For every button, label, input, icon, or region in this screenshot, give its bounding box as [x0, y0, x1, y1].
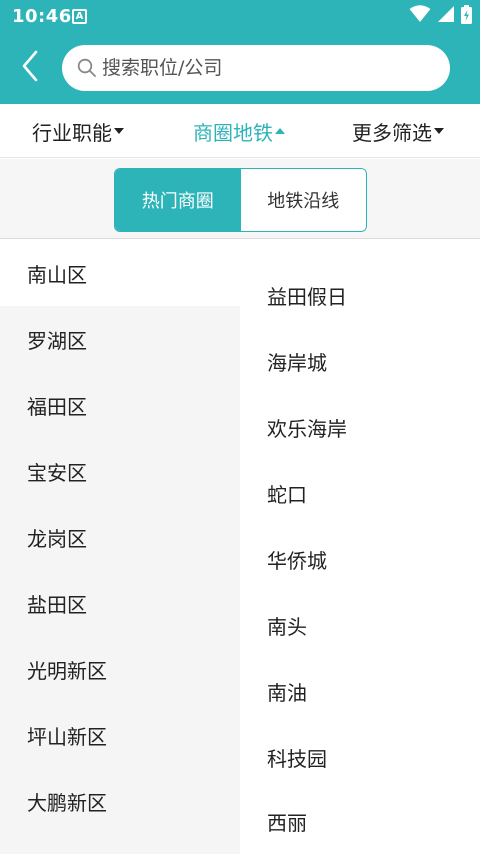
district-item[interactable]: 福田区: [0, 372, 240, 438]
filter-industry[interactable]: 行业职能: [32, 104, 124, 158]
search-icon: [76, 57, 98, 79]
status-bar: 10:46 A: [0, 0, 480, 32]
tab-hot-business-areas[interactable]: 热门商圈: [115, 169, 241, 231]
area-item[interactable]: 西丽: [240, 788, 480, 854]
notification-icon: A: [72, 9, 87, 24]
area-item[interactable]: 益田假日: [240, 262, 480, 328]
area-list: 益田假日 海岸城 欢乐海岸 蛇口 华侨城 南头 南油 科技园 西丽: [240, 240, 480, 854]
district-item[interactable]: 大鹏新区: [0, 768, 240, 834]
battery-icon: [461, 4, 472, 28]
tab-metro-lines[interactable]: 地铁沿线: [240, 169, 366, 231]
district-list: 南山区 罗湖区 福田区 宝安区 龙岗区 盐田区 光明新区 坪山新区 大鹏新区: [0, 240, 240, 854]
status-icons: [409, 4, 472, 28]
district-item[interactable]: 坪山新区: [0, 702, 240, 768]
filter-business-area-label: 商圈地铁: [193, 120, 273, 145]
district-item[interactable]: 盐田区: [0, 570, 240, 636]
area-item[interactable]: 海岸城: [240, 328, 480, 394]
district-item[interactable]: 宝安区: [0, 438, 240, 504]
caret-down-icon: [114, 128, 124, 134]
back-button[interactable]: [14, 50, 46, 86]
district-item[interactable]: 光明新区: [0, 636, 240, 702]
area-item[interactable]: 南头: [240, 592, 480, 658]
filter-bar: 行业职能 商圈地铁 更多筛选: [0, 104, 480, 158]
district-item-selected[interactable]: 南山区: [0, 240, 240, 306]
area-item[interactable]: 蛇口: [240, 460, 480, 526]
search-box[interactable]: [62, 45, 450, 91]
filter-more[interactable]: 更多筛选: [352, 104, 444, 158]
area-item[interactable]: 欢乐海岸: [240, 394, 480, 460]
selection-panel: 南山区 罗湖区 福田区 宝安区 龙岗区 盐田区 光明新区 坪山新区 大鹏新区 益…: [0, 240, 480, 854]
tab-section: 热门商圈 地铁沿线: [0, 159, 480, 239]
district-item[interactable]: 龙岗区: [0, 504, 240, 570]
search-input[interactable]: [102, 57, 422, 79]
search-header: [0, 32, 480, 104]
filter-industry-label: 行业职能: [32, 120, 112, 145]
back-arrow-icon: [20, 50, 40, 86]
caret-up-icon: [275, 128, 285, 134]
caret-down-icon: [434, 128, 444, 134]
filter-more-label: 更多筛选: [352, 120, 432, 145]
area-item[interactable]: 华侨城: [240, 526, 480, 592]
district-item[interactable]: 罗湖区: [0, 306, 240, 372]
signal-icon: [437, 5, 455, 27]
wifi-icon: [409, 5, 431, 27]
area-item[interactable]: 科技园: [240, 724, 480, 790]
status-time: 10:46: [12, 6, 72, 27]
filter-business-area-metro[interactable]: 商圈地铁: [193, 104, 285, 158]
segmented-control: 热门商圈 地铁沿线: [114, 168, 367, 232]
area-item[interactable]: 南油: [240, 658, 480, 724]
